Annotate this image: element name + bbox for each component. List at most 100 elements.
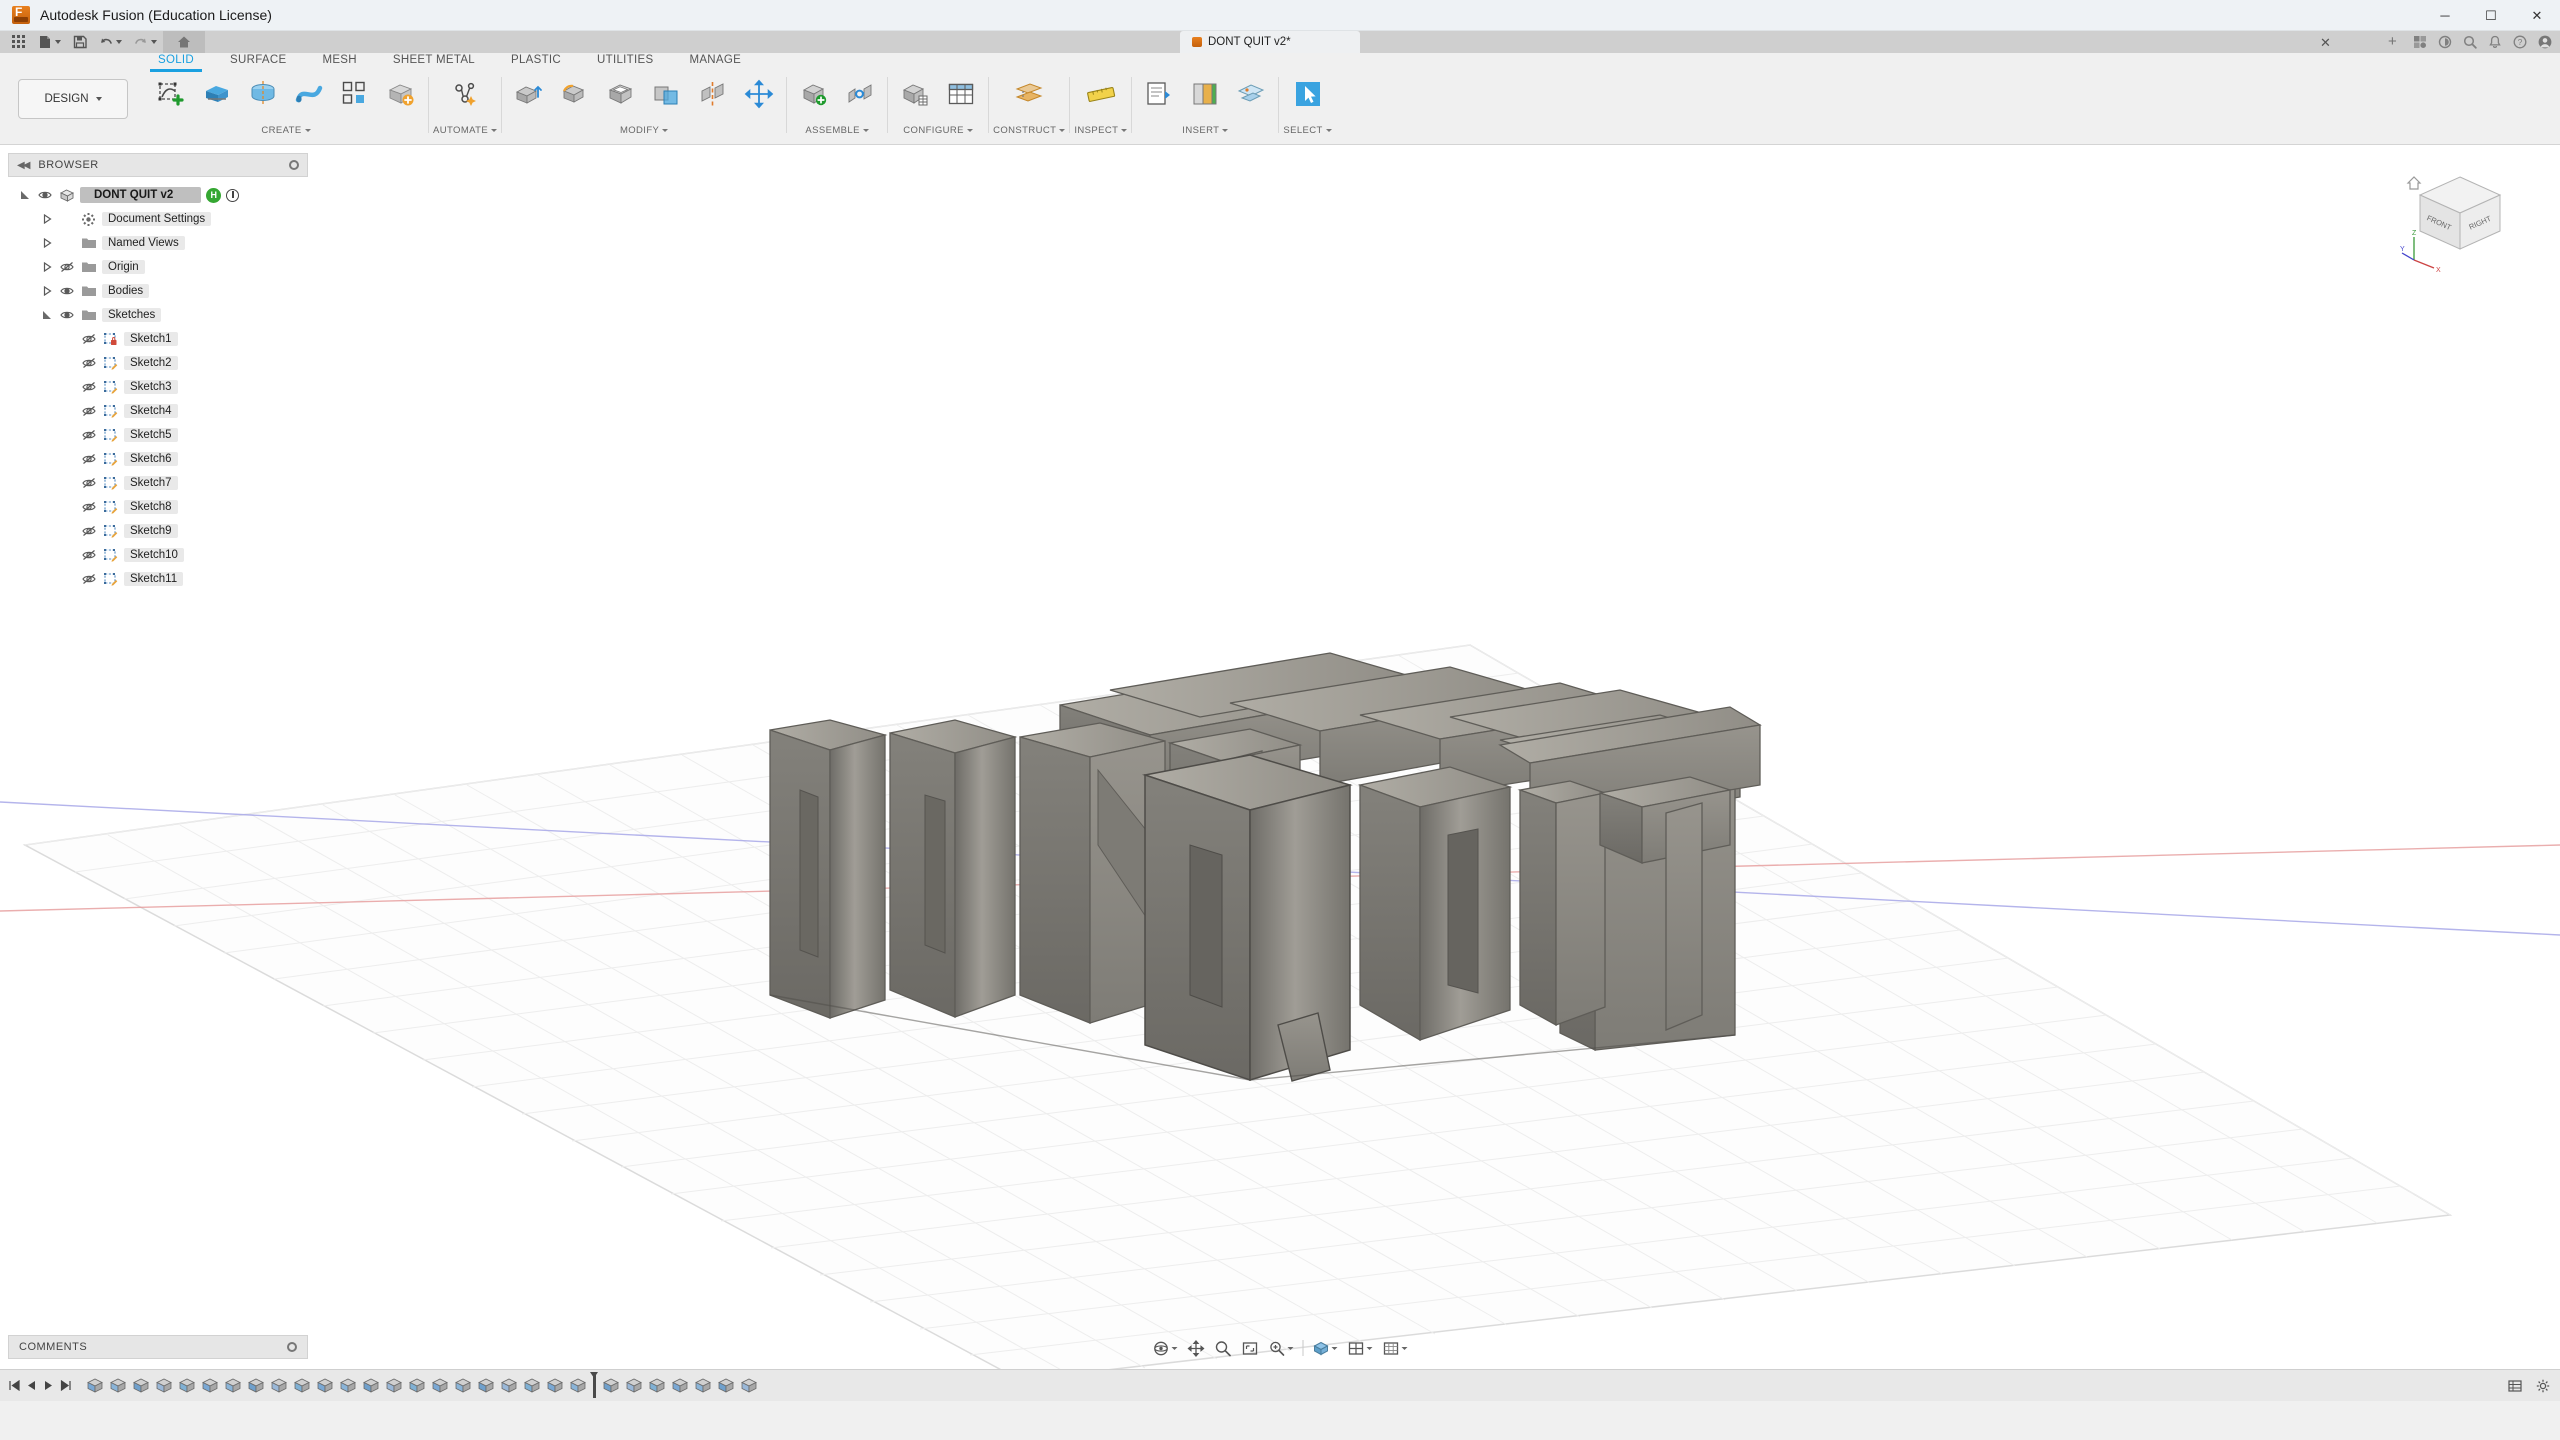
tab-utilities[interactable]: UTILITIES — [579, 53, 671, 70]
tree-node-sketch6[interactable]: Sketch6 — [8, 447, 308, 471]
tree-node-sketches[interactable]: Sketches — [8, 303, 308, 327]
timeline-feature-11[interactable] — [314, 1375, 336, 1397]
automated-modeling-button[interactable] — [442, 75, 488, 109]
timeline-feature-10[interactable] — [291, 1375, 313, 1397]
save-button[interactable] — [67, 31, 93, 53]
sweep-button[interactable] — [286, 75, 332, 109]
viewports-button[interactable] — [1344, 1335, 1377, 1361]
minimize-button[interactable]: ─ — [2422, 0, 2468, 31]
close-button[interactable]: ✕ — [2514, 0, 2560, 31]
tab-plastic[interactable]: PLASTIC — [493, 53, 579, 70]
timeline-feature-27[interactable] — [692, 1375, 714, 1397]
job-status-icon[interactable] — [2438, 35, 2452, 49]
measure-button[interactable] — [1078, 75, 1124, 109]
panel-construct-label[interactable]: CONSTRUCT — [993, 125, 1065, 136]
tab-sheet-metal[interactable]: SHEET METAL — [375, 53, 493, 70]
tab-solid[interactable]: SOLID — [140, 53, 212, 70]
tree-node-sketch4[interactable]: Sketch4 — [8, 399, 308, 423]
panel-assemble-label[interactable]: ASSEMBLE — [805, 125, 868, 136]
timeline-feature-12[interactable] — [337, 1375, 359, 1397]
workspace-selector[interactable]: DESIGN — [18, 79, 128, 119]
tree-node-dont-quit-v2[interactable]: DONT QUIT v2H — [8, 183, 308, 207]
tree-node-sketch5[interactable]: Sketch5 — [8, 423, 308, 447]
help-search-icon[interactable] — [2463, 35, 2477, 49]
insert-mcmaster-button[interactable] — [1182, 75, 1228, 109]
eye-hidden-icon[interactable] — [58, 260, 75, 274]
eye-hidden-icon[interactable] — [80, 428, 97, 442]
eye-hidden-icon[interactable] — [80, 500, 97, 514]
tree-expand-arrow-icon[interactable] — [40, 286, 53, 296]
timeline-feature-5[interactable] — [176, 1375, 198, 1397]
tree-node-sketch1[interactable]: Sketch1 — [8, 327, 308, 351]
eye-hidden-icon[interactable] — [80, 452, 97, 466]
tree-node-sketch11[interactable]: Sketch11 — [8, 567, 308, 591]
health-badge[interactable]: H — [206, 188, 221, 203]
rectangular-pattern-button[interactable] — [332, 75, 378, 109]
maximize-button[interactable]: ☐ — [2468, 0, 2514, 31]
document-tab[interactable]: DONT QUIT v2* — [1180, 31, 1360, 53]
joint-button[interactable] — [837, 75, 883, 109]
timeline-step-back[interactable] — [23, 1375, 40, 1397]
offset-plane-button[interactable] — [1006, 75, 1052, 109]
help-icon[interactable]: ? — [2513, 35, 2527, 49]
configure-button[interactable] — [892, 75, 938, 109]
tree-node-sketch3[interactable]: Sketch3 — [8, 375, 308, 399]
comments-settings-icon[interactable] — [287, 1342, 297, 1352]
shell-button[interactable] — [598, 75, 644, 109]
timeline-feature-14[interactable] — [383, 1375, 405, 1397]
timeline-feature-17[interactable] — [452, 1375, 474, 1397]
insert-derive-button[interactable] — [1136, 75, 1182, 109]
timeline-feature-1[interactable] — [84, 1375, 106, 1397]
timeline-go-start[interactable] — [6, 1375, 23, 1397]
timeline-feature-29[interactable] — [738, 1375, 760, 1397]
split-body-button[interactable] — [690, 75, 736, 109]
browser-collapse-icon[interactable]: ◀◀ — [17, 160, 28, 171]
timeline-feature-19[interactable] — [498, 1375, 520, 1397]
display-settings-button[interactable] — [1309, 1335, 1342, 1361]
timeline-feature-24[interactable] — [623, 1375, 645, 1397]
timeline-feature-21[interactable] — [544, 1375, 566, 1397]
pan-button[interactable] — [1184, 1335, 1209, 1361]
move-copy-button[interactable] — [736, 75, 782, 109]
redo-button[interactable] — [128, 31, 163, 53]
revolve-button[interactable] — [240, 75, 286, 109]
timeline-feature-26[interactable] — [669, 1375, 691, 1397]
eye-hidden-icon[interactable] — [80, 572, 97, 586]
panel-automate-label[interactable]: AUTOMATE — [433, 125, 497, 136]
create-sketch-button[interactable] — [148, 75, 194, 109]
tree-expand-arrow-icon[interactable] — [40, 310, 53, 320]
tree-expand-arrow-icon[interactable] — [40, 238, 53, 248]
timeline-feature-6[interactable] — [199, 1375, 221, 1397]
tab-surface[interactable]: SURFACE — [212, 53, 304, 70]
browser-settings-icon[interactable] — [289, 160, 299, 170]
new-component-button[interactable] — [791, 75, 837, 109]
eye-hidden-icon[interactable] — [80, 476, 97, 490]
viewport-canvas[interactable] — [0, 145, 2560, 1369]
view-cube[interactable]: FRONT RIGHT Z X Y — [2400, 165, 2520, 275]
timeline-feature-2[interactable] — [107, 1375, 129, 1397]
home-button[interactable] — [163, 31, 205, 53]
timeline-feature-20[interactable] — [521, 1375, 543, 1397]
tree-node-sketch9[interactable]: Sketch9 — [8, 519, 308, 543]
panel-select-label[interactable]: SELECT — [1283, 125, 1331, 136]
timeline-filter-icon[interactable] — [2508, 1379, 2522, 1393]
timeline-feature-9[interactable] — [268, 1375, 290, 1397]
browser-header[interactable]: ◀◀ BROWSER — [8, 153, 308, 177]
tree-node-origin[interactable]: Origin — [8, 255, 308, 279]
combine-button[interactable] — [644, 75, 690, 109]
timeline-marker[interactable] — [593, 1374, 596, 1398]
sync-badge[interactable] — [226, 189, 239, 202]
eye-visible-icon[interactable] — [36, 188, 53, 202]
comments-panel[interactable]: COMMENTS — [8, 1335, 308, 1359]
orbit-button[interactable] — [1149, 1335, 1182, 1361]
timeline-feature-7[interactable] — [222, 1375, 244, 1397]
eye-hidden-icon[interactable] — [80, 356, 97, 370]
eye-hidden-icon[interactable] — [80, 404, 97, 418]
document-tab-close-button[interactable]: ✕ — [2320, 35, 2331, 51]
zoom-button[interactable] — [1211, 1335, 1236, 1361]
fit-button[interactable] — [1238, 1335, 1263, 1361]
app-grid-button[interactable] — [6, 31, 32, 53]
add-tab-button[interactable]: + — [2388, 35, 2402, 49]
new-document-button[interactable] — [32, 31, 67, 53]
tab-mesh[interactable]: MESH — [304, 53, 374, 70]
